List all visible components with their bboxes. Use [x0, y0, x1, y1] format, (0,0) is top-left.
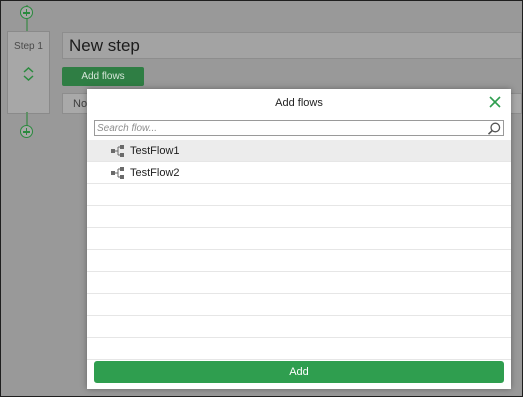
add-button[interactable]: Add	[94, 361, 504, 383]
close-icon[interactable]	[488, 95, 502, 109]
flow-row-text: No	[73, 98, 88, 110]
empty-row	[87, 228, 511, 250]
step-title-field[interactable]: New step	[62, 32, 522, 59]
add-step-below-button[interactable]	[20, 125, 33, 138]
empty-row	[87, 272, 511, 294]
dialog-title: Add flows	[275, 97, 323, 109]
search-input[interactable]	[97, 121, 477, 135]
empty-row	[87, 206, 511, 228]
add-flows-button[interactable]: Add flows	[62, 67, 144, 86]
empty-row	[87, 294, 511, 316]
list-item[interactable]: TestFlow2	[87, 162, 511, 184]
flow-icon	[111, 145, 124, 157]
step-label: Step 1	[14, 41, 43, 52]
flow-list: TestFlow1 TestFlow2	[87, 140, 511, 360]
search-box	[94, 120, 504, 136]
add-step-above-button[interactable]	[20, 6, 33, 19]
add-flows-dialog: Add flows Search flow... TestFlow1 TestF…	[87, 89, 511, 389]
reorder-icon[interactable]	[22, 67, 35, 81]
empty-row	[87, 250, 511, 272]
flow-icon	[111, 167, 124, 179]
app-frame: Step 1 New step Add flows No Add flows S…	[0, 0, 523, 397]
step-card[interactable]: Step 1	[7, 31, 50, 114]
empty-row	[87, 184, 511, 206]
step-title: New step	[69, 36, 140, 55]
search-icon[interactable]	[487, 122, 501, 135]
flow-label: TestFlow1	[130, 145, 180, 157]
flow-label: TestFlow2	[130, 167, 180, 179]
list-item[interactable]: TestFlow1	[87, 140, 511, 162]
empty-row	[87, 338, 511, 360]
empty-row	[87, 316, 511, 338]
